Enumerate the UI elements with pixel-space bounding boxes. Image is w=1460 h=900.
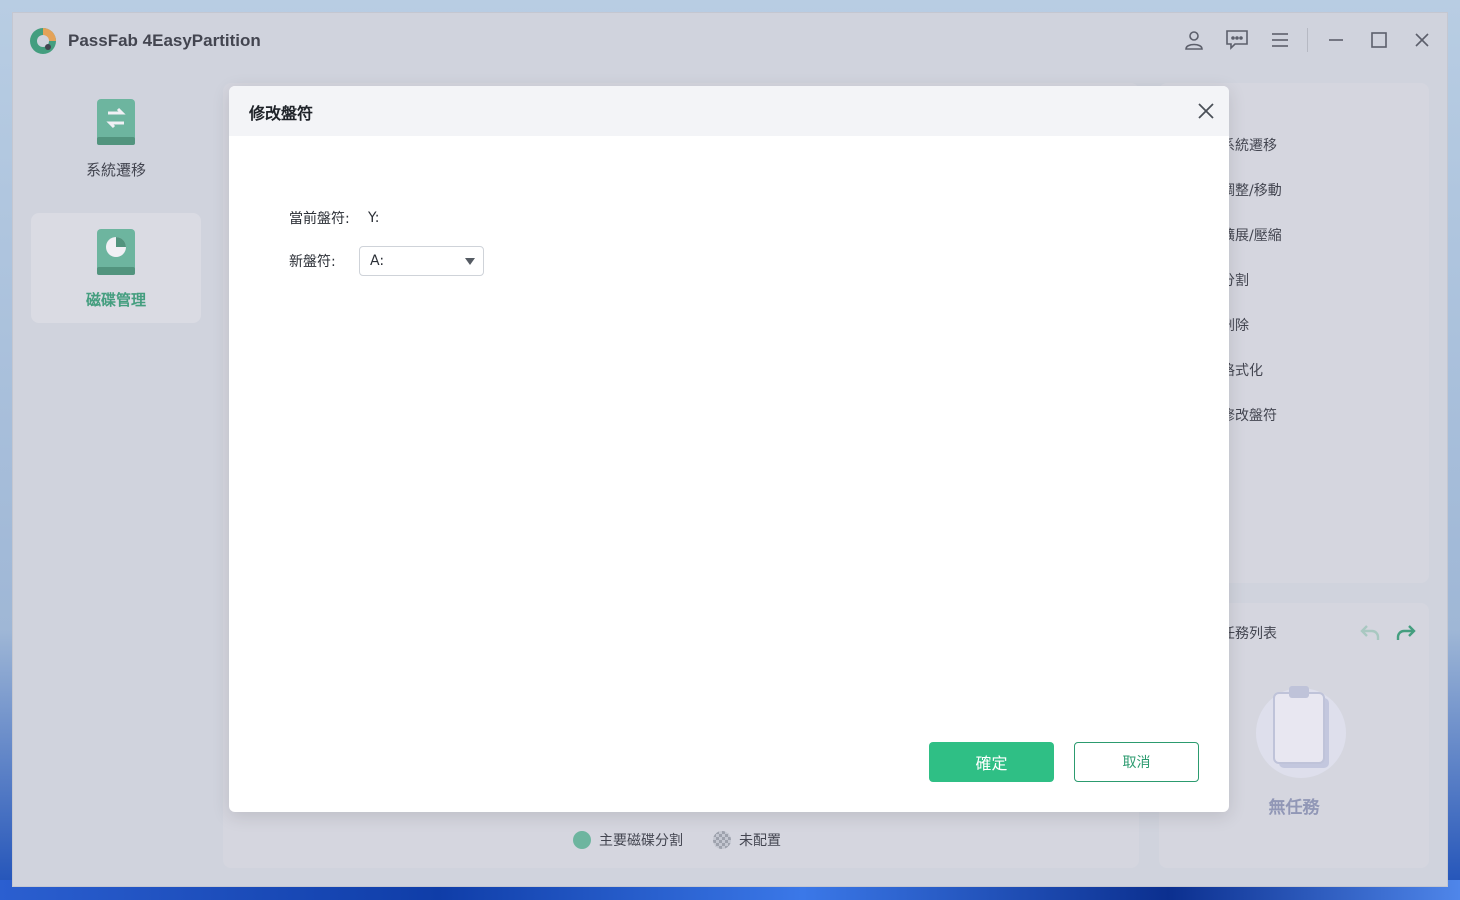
dialog-title: 修改盤符 bbox=[249, 104, 314, 123]
new-drive-letter-select[interactable]: A: bbox=[359, 246, 484, 276]
dialog-header: 修改盤符 bbox=[229, 86, 1229, 136]
chevron-down-icon bbox=[465, 258, 475, 265]
new-drive-letter-value: A: bbox=[370, 253, 385, 269]
new-drive-letter-label: 新盤符: bbox=[289, 254, 336, 270]
cancel-button[interactable]: 取消 bbox=[1074, 742, 1199, 782]
new-drive-letter-row: 新盤符: A: bbox=[289, 246, 484, 276]
dialog-close-icon[interactable] bbox=[1195, 100, 1217, 122]
current-drive-letter-label: 當前盤符: bbox=[289, 211, 350, 227]
current-drive-letter-value: Y: bbox=[368, 210, 380, 226]
change-drive-letter-dialog: 修改盤符 當前盤符: Y: 新盤符: A: 確定 取消 bbox=[229, 86, 1229, 812]
current-drive-letter-row: 當前盤符: Y: bbox=[289, 208, 379, 228]
confirm-button[interactable]: 確定 bbox=[929, 742, 1054, 782]
